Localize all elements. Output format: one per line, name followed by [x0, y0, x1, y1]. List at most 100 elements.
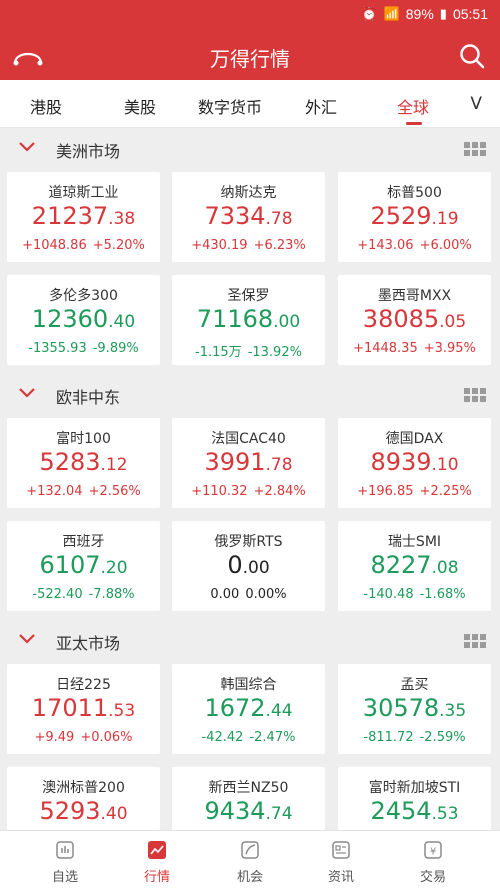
grid-view-icon[interactable]	[464, 388, 486, 402]
index-price: 21237.38	[7, 202, 160, 230]
index-card[interactable]: 墨西哥MXX 38085.05 +1448.35 +3.95%	[338, 275, 491, 365]
index-price: 6107.20	[7, 551, 160, 579]
index-name: 墨西哥MXX	[377, 288, 452, 304]
price-integer: 71168	[196, 305, 274, 333]
app-bar: 万得行情	[0, 33, 500, 80]
index-card[interactable]: 德国DAX 8939.10 +196.85 +2.25%	[338, 418, 491, 508]
section-header-apac[interactable]: 亚太市场	[0, 621, 500, 661]
price-integer: 0	[227, 551, 243, 579]
battery-percent: 89%	[405, 6, 434, 22]
tab-forex[interactable]: 外汇	[305, 94, 337, 118]
price-integer: 12360	[31, 305, 109, 333]
chevron-down-icon[interactable]	[18, 141, 36, 153]
index-price: 5293.40	[7, 797, 160, 825]
nav-opportunity[interactable]: 机会	[205, 831, 295, 888]
index-changes: +9.49 +0.06%	[7, 730, 160, 745]
nav-label: 机会	[236, 870, 263, 885]
index-changes: -1.15万 -13.92%	[172, 341, 325, 360]
market-icon	[148, 841, 166, 859]
change-percent: +6.00%	[419, 238, 472, 253]
price-integer: 38085	[362, 305, 440, 333]
index-price: 8939.10	[338, 448, 491, 476]
index-name: 道琼斯工业	[48, 185, 119, 201]
index-card[interactable]: 标普500 2529.19 +143.06 +6.00%	[338, 172, 491, 262]
nav-news[interactable]: 资讯	[296, 831, 386, 888]
index-card[interactable]: 道琼斯工业 21237.38 +1048.86 +5.20%	[7, 172, 160, 262]
index-changes: -140.48 -1.68%	[338, 587, 491, 602]
chevron-down-icon[interactable]	[18, 387, 36, 399]
yen-icon: ¥	[424, 841, 442, 859]
change-percent: -7.88%	[88, 587, 135, 602]
section-header-americas[interactable]: 美洲市场	[0, 129, 500, 169]
nav-label: 交易	[419, 870, 446, 885]
nav-market[interactable]: 行情	[112, 831, 202, 888]
index-card[interactable]: 孟买 30578.35 -811.72 -2.59%	[338, 664, 491, 754]
price-decimal: .74	[265, 804, 293, 824]
price-decimal: .78	[265, 209, 293, 229]
price-integer: 21237	[31, 202, 109, 230]
chevron-down-icon[interactable]	[18, 633, 36, 645]
index-name: 韩国综合	[220, 677, 277, 693]
tabs-expand-button[interactable]: V	[470, 94, 482, 114]
index-card[interactable]: 日经225 17011.53 +9.49 +0.06%	[7, 664, 160, 754]
price-integer: 8227	[370, 551, 432, 579]
grid-view-icon[interactable]	[464, 142, 486, 156]
index-changes: +1048.86 +5.20%	[7, 238, 160, 253]
index-card[interactable]: 西班牙 6107.20 -522.40 -7.88%	[7, 521, 160, 611]
index-changes: -522.40 -7.88%	[7, 587, 160, 602]
price-decimal: .35	[439, 701, 467, 721]
search-icon[interactable]	[458, 42, 486, 70]
price-decimal: .53	[108, 701, 136, 721]
tab-global[interactable]: 全球	[397, 94, 429, 118]
index-card[interactable]: 韩国综合 1672.44 -42.42 -2.47%	[172, 664, 325, 754]
change-percent: -13.92%	[247, 345, 302, 360]
index-changes: +132.04 +2.56%	[7, 484, 160, 499]
price-decimal: .53	[431, 804, 459, 824]
index-price: 9434.74	[172, 797, 325, 825]
index-changes: -1355.93 -9.89%	[7, 341, 160, 356]
index-card[interactable]: 新西兰NZ50 9434.74	[172, 767, 325, 830]
page-title: 万得行情	[210, 47, 290, 71]
nav-trade[interactable]: ¥ 交易	[388, 831, 478, 888]
battery-icon: ▮	[439, 6, 447, 21]
price-decimal: .12	[100, 455, 128, 475]
change-value: +1448.35	[353, 341, 418, 356]
index-card[interactable]: 多伦多300 12360.40 -1355.93 -9.89%	[7, 275, 160, 365]
tab-crypto[interactable]: 数字货币	[198, 94, 262, 118]
index-name: 孟买	[400, 677, 429, 693]
price-decimal: .08	[431, 558, 459, 578]
price-integer: 7334	[204, 202, 266, 230]
index-card[interactable]: 法国CAC40 3991.78 +110.32 +2.84%	[172, 418, 325, 508]
index-price: 5283.12	[7, 448, 160, 476]
grid-view-icon[interactable]	[464, 634, 486, 648]
nav-watchlist[interactable]: 自选	[20, 831, 110, 888]
index-card[interactable]: 圣保罗 71168.00 -1.15万 -13.92%	[172, 275, 325, 365]
price-integer: 8939	[370, 448, 432, 476]
change-percent: +2.56%	[88, 484, 141, 499]
index-card[interactable]: 澳洲标普200 5293.40	[7, 767, 160, 830]
index-price: 0.00	[172, 551, 325, 579]
index-price: 38085.05	[338, 305, 491, 333]
index-card[interactable]: 富时100 5283.12 +132.04 +2.56%	[7, 418, 160, 508]
wifi-icon: 📶	[383, 6, 400, 21]
index-name: 德国DAX	[385, 431, 444, 447]
index-name: 多伦多300	[49, 288, 118, 304]
index-price: 3991.78	[172, 448, 325, 476]
index-card[interactable]: 富时新加坡STI 2454.53	[338, 767, 491, 830]
tab-hk[interactable]: 港股	[30, 94, 62, 118]
nav-label: 自选	[51, 870, 78, 885]
section-title: 美洲市场	[56, 142, 121, 161]
section-header-emea[interactable]: 欧非中东	[0, 375, 500, 415]
index-changes: +430.19 +6.23%	[172, 238, 325, 253]
index-card[interactable]: 瑞士SMI 8227.08 -140.48 -1.68%	[338, 521, 491, 611]
change-percent: +6.23%	[253, 238, 306, 253]
price-integer: 6107	[39, 551, 101, 579]
status-bar: ⏰ 📶 89% ▮ 05:51	[0, 0, 500, 33]
index-name: 瑞士SMI	[387, 534, 442, 550]
change-percent: +2.25%	[419, 484, 472, 499]
index-card[interactable]: 俄罗斯RTS 0.00 0.00 0.00%	[172, 521, 325, 611]
index-card[interactable]: 纳斯达克 7334.78 +430.19 +6.23%	[172, 172, 325, 262]
index-changes: +143.06 +6.00%	[338, 238, 491, 253]
market-tabs: 港股 美股 数字货币 外汇 全球 V	[0, 80, 500, 128]
tab-us[interactable]: 美股	[124, 94, 156, 118]
